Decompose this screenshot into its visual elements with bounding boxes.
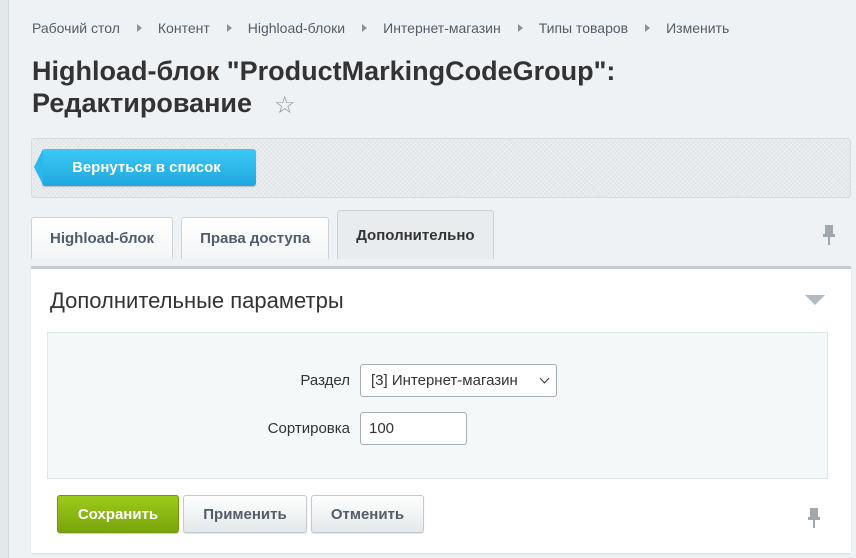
tab-bar: Highload-блок Права доступа Дополнительн… (31, 210, 502, 259)
tab-highload-block[interactable]: Highload-блок (31, 217, 174, 259)
settings-panel: Дополнительные параметры Раздел [3] Инте… (31, 266, 851, 553)
breadcrumb-separator-icon (362, 24, 368, 32)
breadcrumb-separator-icon (645, 24, 651, 32)
breadcrumb-edit[interactable]: Изменить (666, 20, 729, 36)
save-button[interactable]: Сохранить (57, 495, 179, 533)
cancel-button[interactable]: Отменить (311, 495, 424, 533)
apply-button[interactable]: Применить (183, 495, 307, 533)
triangle-down-icon[interactable] (805, 295, 825, 305)
star-icon[interactable]: ☆ (274, 90, 296, 122)
pin-icon[interactable] (822, 224, 836, 246)
section-title: Дополнительные параметры (50, 288, 344, 313)
form-actions: Сохранить Применить Отменить (57, 495, 428, 533)
sort-input[interactable]: 100 (360, 412, 467, 445)
breadcrumb-separator-icon (517, 24, 523, 32)
back-to-list-button[interactable]: Вернуться в список (34, 149, 256, 186)
tab-additional[interactable]: Дополнительно (337, 210, 494, 259)
form-box: Раздел [3] Интернет-магазин Сортировка 1… (47, 332, 828, 479)
sort-row: Сортировка 100 (48, 412, 829, 445)
page-title: Highload-блок "ProductMarkingCodeGroup":… (32, 55, 732, 122)
tab-access-rights[interactable]: Права доступа (181, 217, 330, 259)
breadcrumb-internet-shop[interactable]: Интернет-магазин (383, 20, 501, 36)
breadcrumb-product-types[interactable]: Типы товаров (539, 20, 628, 36)
breadcrumb-highload-blocks[interactable]: Highload-блоки (248, 20, 345, 36)
section-row: Раздел [3] Интернет-магазин (48, 364, 829, 397)
breadcrumb: Рабочий стол Контент Highload-блоки Инте… (32, 19, 729, 37)
breadcrumb-desktop[interactable]: Рабочий стол (32, 20, 120, 36)
breadcrumb-separator-icon (136, 24, 142, 32)
breadcrumb-separator-icon (226, 24, 232, 32)
arrow-left-icon (34, 149, 43, 185)
section-select-value: [3] Интернет-магазин (371, 372, 518, 389)
page-title-text: Highload-блок "ProductMarkingCodeGroup":… (32, 56, 616, 118)
section-label: Раздел (300, 372, 350, 389)
section-select[interactable]: [3] Интернет-магазин (360, 364, 557, 397)
pin-icon[interactable] (807, 507, 821, 529)
chevron-down-icon (539, 373, 550, 384)
toolbar: Вернуться в список (31, 138, 851, 198)
sort-label: Сортировка (267, 420, 350, 437)
left-panel-edge (0, 0, 9, 558)
back-to-list-label: Вернуться в список (72, 159, 221, 176)
breadcrumb-content[interactable]: Контент (158, 20, 210, 36)
